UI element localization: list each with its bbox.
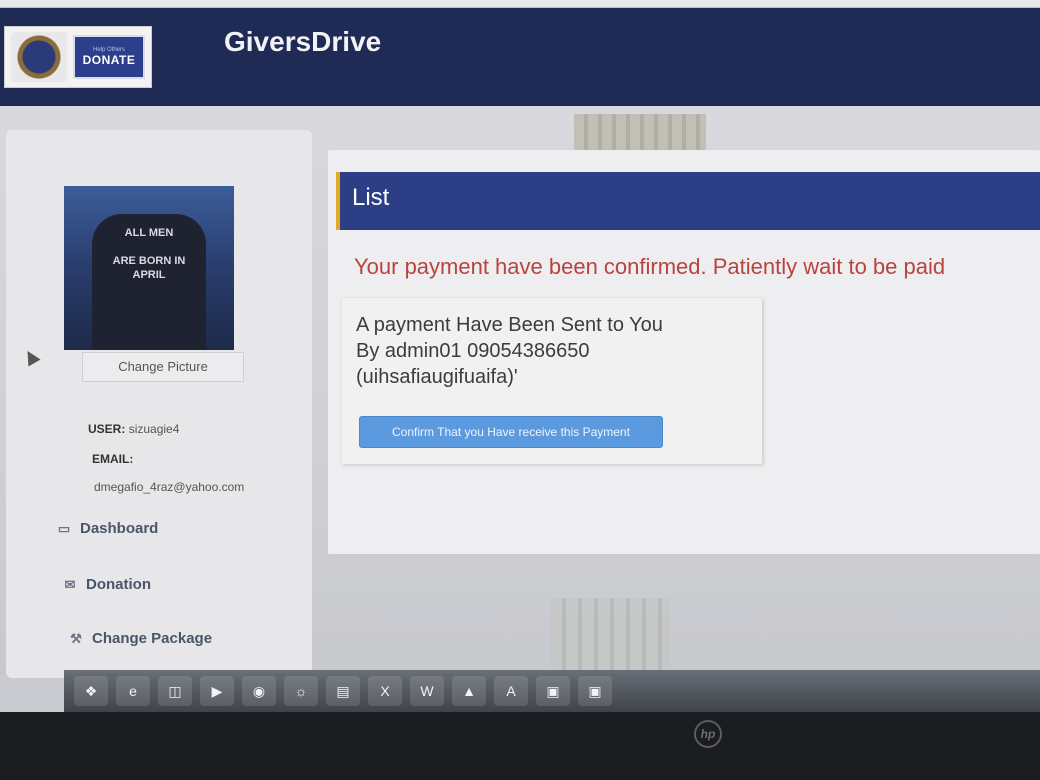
- change-picture-button[interactable]: Change Picture: [82, 352, 244, 382]
- laptop-screen: Help Others DONATE GiversDrive ALL MEN AR…: [0, 0, 1040, 712]
- nav-donation[interactable]: ✉ Donation: [62, 576, 151, 593]
- app-icon-2[interactable]: ▣: [578, 676, 612, 706]
- user-value: sizuagie4: [128, 422, 180, 436]
- laptop-bezel: [0, 712, 1040, 780]
- wrench-icon: ⚒: [70, 630, 82, 646]
- vlc-icon[interactable]: ▲: [452, 676, 486, 706]
- payment-line-1: A payment Have Been Sent to You: [356, 314, 663, 336]
- nav-change-package[interactable]: ⚒ Change Package: [68, 630, 212, 647]
- explorer-icon[interactable]: ◫: [158, 676, 192, 706]
- main-panel: List Your payment have been confirmed. P…: [328, 150, 1040, 554]
- folder-icon[interactable]: ▤: [326, 676, 360, 706]
- donate-badge-label: DONATE: [82, 53, 136, 67]
- confirm-payment-button[interactable]: Confirm That you Have receive this Payme…: [359, 416, 663, 448]
- panel-title: List: [352, 184, 390, 211]
- nav-dashboard[interactable]: ▭ Dashboard: [56, 520, 159, 537]
- app-title: GiversDrive: [224, 26, 382, 57]
- payment-line-2: By admin01 09054386650: [356, 340, 590, 362]
- app-header: Help Others DONATE GiversDrive: [0, 8, 1040, 106]
- browser-strip: [0, 0, 1040, 8]
- nav-donation-label: Donation: [86, 576, 151, 593]
- ie-icon[interactable]: e: [116, 676, 150, 706]
- monitor-icon: ▭: [57, 520, 71, 536]
- payment-line-3: (uihsafiaugifuaifa)': [356, 366, 518, 388]
- logo-seal-icon: [11, 32, 67, 82]
- nav-dashboard-label: Dashboard: [80, 520, 159, 537]
- money-background-image-2: [550, 598, 670, 670]
- hp-logo-icon: hp: [694, 720, 722, 748]
- email-label-row: EMAIL:: [92, 452, 133, 466]
- payment-confirmed-alert: Your payment have been confirmed. Patien…: [354, 254, 946, 279]
- avatar-shirt-text: ALL MEN ARE BORN IN APRIL: [112, 227, 186, 281]
- envelope-icon: ✉: [64, 576, 76, 592]
- email-value: dmegafio_4raz@yahoo.com: [94, 480, 245, 494]
- taskbar: ❖ e ◫ ▶ ◉ ☼ ▤ X W ▲ A ▣ ▣: [64, 670, 1040, 712]
- windows-start-icon[interactable]: ❖: [74, 676, 108, 706]
- email-label: EMAIL:: [92, 452, 134, 466]
- chrome-icon[interactable]: ◉: [242, 676, 276, 706]
- sidebar: ALL MEN ARE BORN IN APRIL Change Picture U…: [6, 130, 312, 678]
- acrobat-icon[interactable]: A: [494, 676, 528, 706]
- firefox-icon[interactable]: ☼: [284, 676, 318, 706]
- nav-change-package-label: Change Package: [92, 630, 213, 647]
- user-label: USER:: [88, 422, 126, 436]
- payment-card: A payment Have Been Sent to You By admin…: [342, 298, 762, 464]
- donate-badge: Help Others DONATE: [73, 35, 145, 79]
- excel-icon[interactable]: X: [368, 676, 402, 706]
- word-icon[interactable]: W: [410, 676, 444, 706]
- user-info: USER: sizuagie4: [88, 422, 179, 436]
- app-icon[interactable]: ▣: [536, 676, 570, 706]
- site-logo[interactable]: Help Others DONATE: [4, 26, 152, 88]
- media-icon[interactable]: ▶: [200, 676, 234, 706]
- avatar: ALL MEN ARE BORN IN APRIL: [64, 186, 234, 350]
- panel-header: List: [336, 172, 1040, 230]
